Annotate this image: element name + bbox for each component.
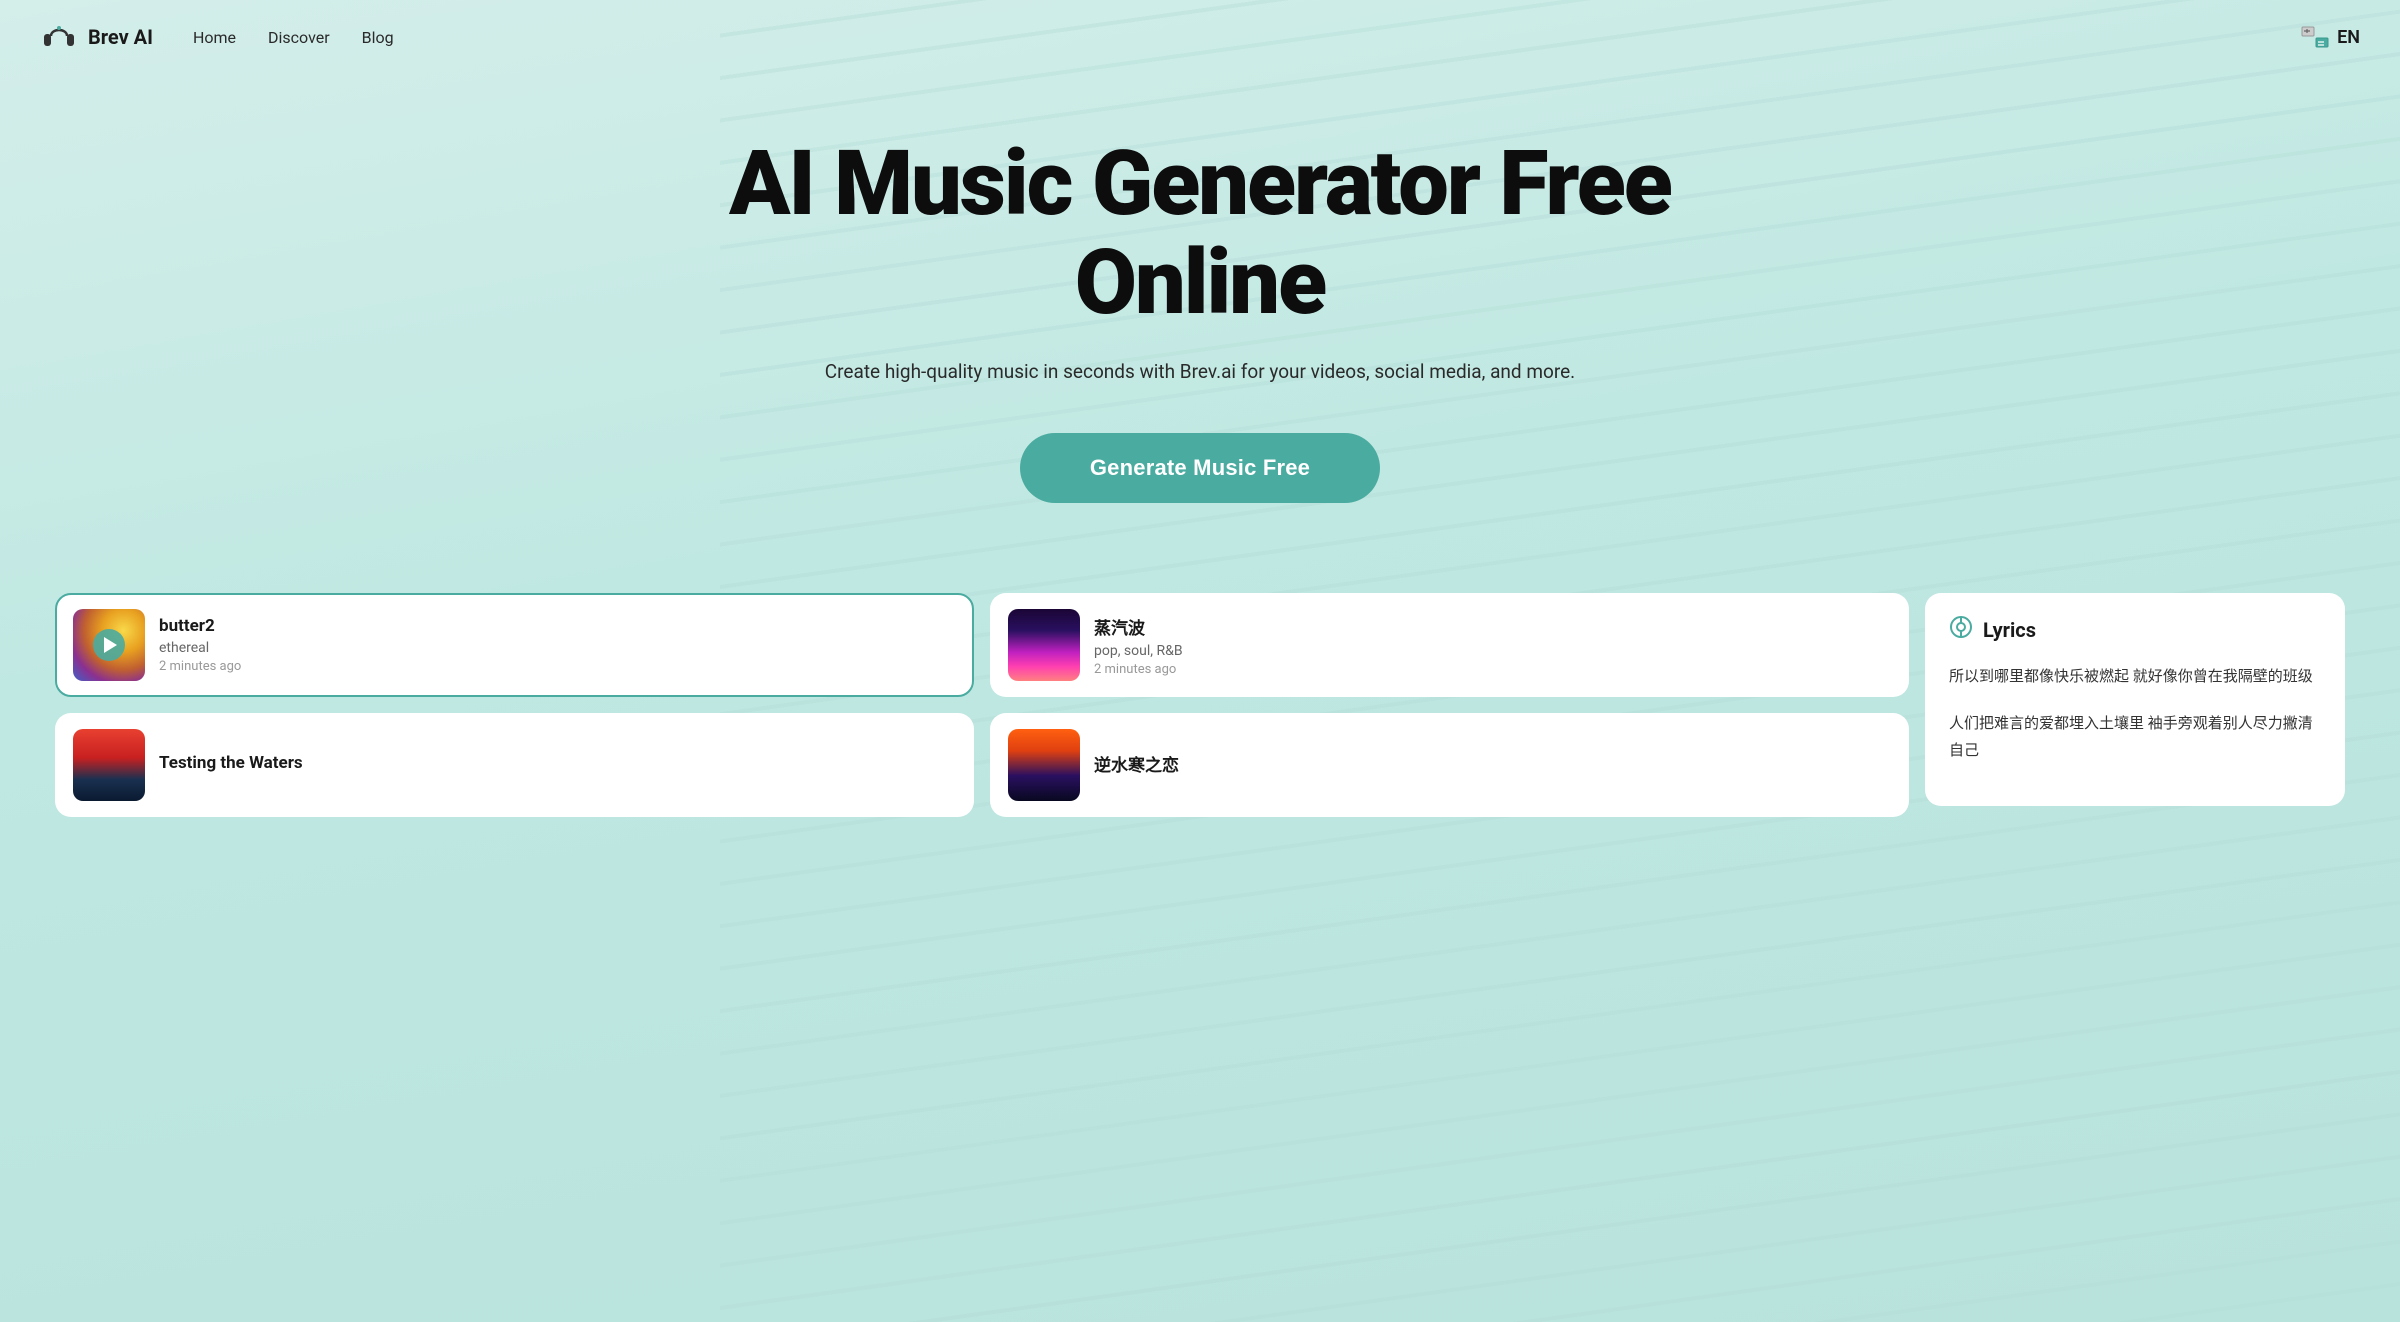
- card-info-butter2: butter2 ethereal 2 minutes ago: [159, 616, 956, 674]
- nav-discover[interactable]: Discover: [268, 28, 330, 47]
- card-time-steam: 2 minutes ago: [1094, 662, 1891, 677]
- play-icon: [104, 637, 117, 653]
- nav-blog[interactable]: Blog: [362, 28, 394, 47]
- lyrics-header: Lyrics: [1949, 615, 2321, 645]
- logo[interactable]: Brev AI: [40, 18, 153, 56]
- cards-col-2: 蒸汽波 pop, soul, R&B 2 minutes ago 逆水寒之恋: [990, 593, 1925, 817]
- cards-col-1: butter2 ethereal 2 minutes ago Testing t…: [55, 593, 990, 817]
- lyrics-title: Lyrics: [1983, 618, 2036, 642]
- card-title-butter2: butter2: [159, 616, 956, 636]
- card-time-butter2: 2 minutes ago: [159, 659, 956, 674]
- hero-title: AI Music Generator Free Online: [650, 134, 1750, 332]
- card-testing[interactable]: Testing the Waters: [55, 713, 974, 817]
- nav-right: EN: [2301, 26, 2360, 48]
- logo-text: Brev AI: [88, 25, 153, 49]
- card-info-niushui: 逆水寒之恋: [1094, 751, 1891, 780]
- language-icon: [2301, 26, 2329, 48]
- hero-subtitle: Create high-quality music in seconds wit…: [40, 360, 2360, 383]
- card-butter2[interactable]: butter2 ethereal 2 minutes ago: [55, 593, 974, 697]
- card-thumb-butter2: [73, 609, 145, 681]
- logo-icon: [40, 18, 78, 56]
- navbar: Brev AI Home Discover Blog EN: [0, 0, 2400, 74]
- play-overlay: [93, 629, 125, 661]
- lyrics-para-2: 人们把难言的爱都埋入土壤里 袖手旁观着别人尽力撇清自己: [1949, 710, 2321, 764]
- card-info-testing: Testing the Waters: [159, 753, 956, 777]
- card-thumb-niushui: [1008, 729, 1080, 801]
- card-thumb-testing: [73, 729, 145, 801]
- card-genre-steam: pop, soul, R&B: [1094, 643, 1891, 659]
- card-title-testing: Testing the Waters: [159, 753, 956, 773]
- hero-section: AI Music Generator Free Online Create hi…: [0, 74, 2400, 543]
- card-info-steam: 蒸汽波 pop, soul, R&B 2 minutes ago: [1094, 614, 1891, 677]
- card-thumb-steam: [1008, 609, 1080, 681]
- card-title-niushui: 逆水寒之恋: [1094, 751, 1891, 776]
- generate-button[interactable]: Generate Music Free: [1020, 433, 1380, 503]
- card-steam[interactable]: 蒸汽波 pop, soul, R&B 2 minutes ago: [990, 593, 1909, 697]
- lyrics-icon: [1949, 615, 1973, 645]
- lyrics-panel: Lyrics 所以到哪里都像快乐被燃起 就好像你曾在我隔壁的班级 人们把难言的爱…: [1925, 593, 2345, 806]
- card-niushui[interactable]: 逆水寒之恋: [990, 713, 1909, 817]
- nav-home[interactable]: Home: [193, 28, 236, 47]
- nav-links: Home Discover Blog: [193, 28, 2301, 47]
- cards-section: butter2 ethereal 2 minutes ago Testing t…: [0, 543, 2400, 817]
- lyrics-text: 所以到哪里都像快乐被燃起 就好像你曾在我隔壁的班级 人们把难言的爱都埋入土壤里 …: [1949, 663, 2321, 764]
- card-genre-butter2: ethereal: [159, 640, 956, 656]
- card-title-steam: 蒸汽波: [1094, 614, 1891, 639]
- language-label[interactable]: EN: [2337, 27, 2360, 48]
- lyrics-para-1: 所以到哪里都像快乐被燃起 就好像你曾在我隔壁的班级: [1949, 663, 2321, 690]
